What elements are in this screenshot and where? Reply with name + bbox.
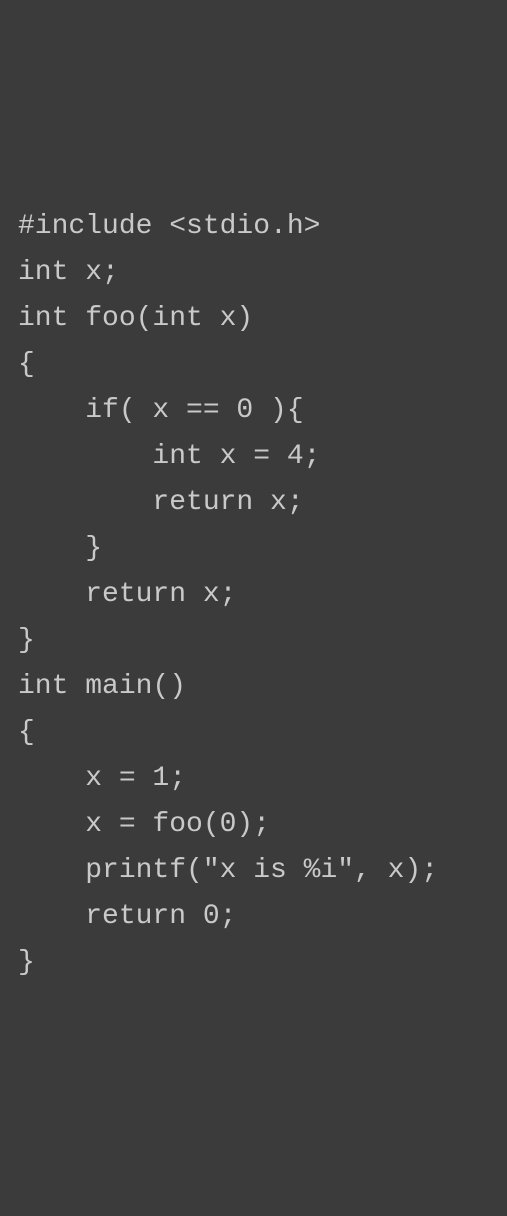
code-line: } [18,526,489,572]
code-line: } [18,940,489,986]
code-line: int x = 4; [18,434,489,480]
code-block: #include <stdio.h>int x;int foo(int x){ … [18,204,489,986]
code-line: return 0; [18,894,489,940]
code-line: x = foo(0); [18,802,489,848]
code-line: } [18,618,489,664]
code-line: int foo(int x) [18,296,489,342]
code-line: return x; [18,572,489,618]
code-line: { [18,342,489,388]
code-line: { [18,710,489,756]
code-line: printf("x is %i", x); [18,848,489,894]
code-line: int main() [18,664,489,710]
code-line: x = 1; [18,756,489,802]
code-line: #include <stdio.h> [18,204,489,250]
code-line: if( x == 0 ){ [18,388,489,434]
code-line: int x; [18,250,489,296]
code-line: return x; [18,480,489,526]
